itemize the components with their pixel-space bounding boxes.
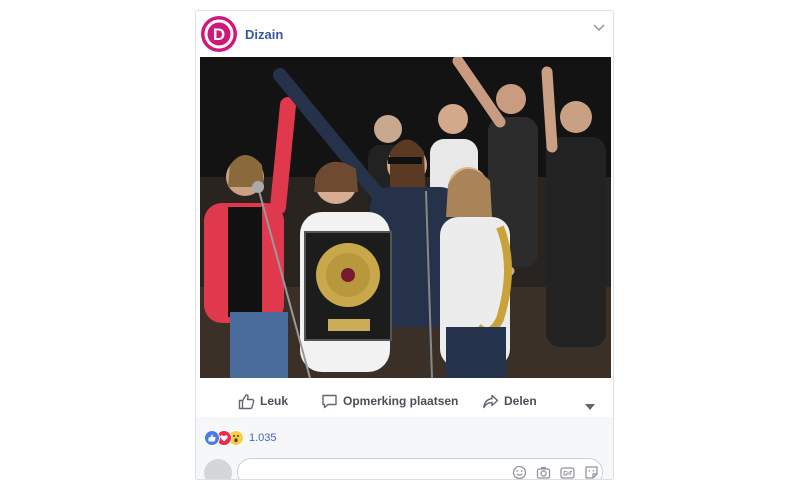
share-label: Delen <box>504 394 537 408</box>
thumbs-up-icon <box>238 393 255 409</box>
logo-letter: D <box>213 25 225 44</box>
like-button[interactable]: Leuk <box>238 391 288 411</box>
sticker-icon[interactable] <box>584 465 599 480</box>
caret-down-icon[interactable] <box>585 397 595 417</box>
post-card: D Dizain Leuk Opmerking plaatsen Delen 1… <box>195 10 614 480</box>
chevron-down-icon[interactable] <box>593 23 605 33</box>
post-header: D Dizain <box>196 11 613 57</box>
emoji-icon[interactable] <box>512 465 527 480</box>
gif-icon[interactable] <box>560 465 575 480</box>
group-photo-image <box>200 57 611 378</box>
reactions-summary[interactable]: 1.035 <box>204 430 277 446</box>
post-footer: 1.035 <box>196 417 613 480</box>
reaction-count[interactable]: 1.035 <box>249 432 277 444</box>
page-name-link[interactable]: Dizain <box>245 27 283 42</box>
comment-input[interactable] <box>237 458 603 480</box>
comment-bubble-icon <box>322 394 337 408</box>
share-arrow-icon <box>483 394 499 408</box>
post-actions-bar: Leuk Opmerking plaatsen Delen <box>196 383 613 418</box>
post-photo[interactable] <box>200 57 611 378</box>
comment-button[interactable]: Opmerking plaatsen <box>321 391 458 411</box>
camera-icon[interactable] <box>536 465 551 480</box>
comment-label: Opmerking plaatsen <box>343 394 459 408</box>
page-avatar[interactable]: D <box>201 16 237 52</box>
share-button[interactable]: Delen <box>482 391 537 411</box>
like-label: Leuk <box>260 394 289 408</box>
dizain-logo-icon: D <box>204 19 234 49</box>
user-avatar <box>204 459 232 479</box>
like-reaction-icon <box>204 430 220 446</box>
